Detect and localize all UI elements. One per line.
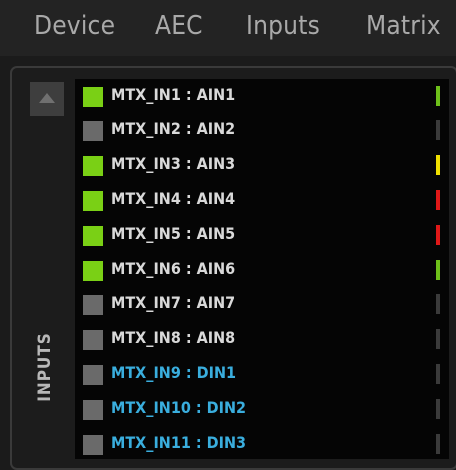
- input-label: MTX_IN9 : DIN1: [111, 363, 236, 382]
- input-label: MTX_IN6 : AIN6: [111, 259, 236, 278]
- tab-aec[interactable]: AEC: [155, 11, 203, 41]
- tab-inputs[interactable]: Inputs: [246, 11, 320, 41]
- level-meter: [436, 225, 440, 245]
- input-label: MTX_IN11 : DIN3: [111, 433, 247, 452]
- input-row[interactable]: MTX_IN1 : AIN1: [75, 79, 449, 113]
- input-row[interactable]: MTX_IN11 : DIN3: [75, 427, 449, 459]
- scroll-up-button[interactable]: [30, 82, 64, 116]
- input-enable-indicator[interactable]: [83, 156, 103, 176]
- tab-bar: Device AEC Inputs Matrix: [0, 0, 456, 56]
- level-meter: [436, 434, 440, 454]
- input-label: MTX_IN4 : AIN4: [111, 189, 236, 208]
- input-enable-indicator[interactable]: [83, 435, 103, 455]
- level-meter: [436, 399, 440, 419]
- level-meter: [436, 364, 440, 384]
- input-row[interactable]: MTX_IN6 : AIN6: [75, 253, 449, 287]
- arrow-up-icon: [39, 93, 55, 103]
- level-meter: [436, 260, 440, 280]
- input-enable-indicator[interactable]: [83, 121, 103, 141]
- input-label: MTX_IN8 : AIN8: [111, 328, 236, 347]
- input-enable-indicator[interactable]: [83, 330, 103, 350]
- input-enable-indicator[interactable]: [83, 261, 103, 281]
- input-label: MTX_IN7 : AIN7: [111, 293, 236, 312]
- input-enable-indicator[interactable]: [83, 400, 103, 420]
- input-label: MTX_IN2 : AIN2: [111, 119, 236, 138]
- level-meter: [436, 155, 440, 175]
- level-meter: [436, 329, 440, 349]
- input-row[interactable]: MTX_IN7 : AIN7: [75, 287, 449, 321]
- inputs-side-label: INPUTS: [22, 322, 68, 412]
- tab-device[interactable]: Device: [34, 11, 115, 41]
- input-row[interactable]: MTX_IN2 : AIN2: [75, 113, 449, 147]
- level-meter: [436, 294, 440, 314]
- input-label: MTX_IN5 : AIN5: [111, 224, 236, 243]
- input-row[interactable]: MTX_IN10 : DIN2: [75, 392, 449, 426]
- level-meter: [436, 190, 440, 210]
- input-label: MTX_IN10 : DIN2: [111, 398, 247, 417]
- input-enable-indicator[interactable]: [83, 295, 103, 315]
- level-meter: [436, 86, 440, 106]
- input-row[interactable]: MTX_IN8 : AIN8: [75, 322, 449, 356]
- side-label-text: INPUTS: [35, 332, 55, 402]
- input-label: MTX_IN1 : AIN1: [111, 85, 236, 104]
- tab-matrix[interactable]: Matrix: [366, 11, 441, 41]
- input-enable-indicator[interactable]: [83, 191, 103, 211]
- input-row[interactable]: MTX_IN3 : AIN3: [75, 148, 449, 182]
- input-row[interactable]: MTX_IN9 : DIN1: [75, 357, 449, 391]
- input-label: MTX_IN3 : AIN3: [111, 154, 236, 173]
- input-list: MTX_IN1 : AIN1 MTX_IN2 : AIN2 MTX_IN3 : AI…: [75, 79, 449, 459]
- input-enable-indicator[interactable]: [83, 365, 103, 385]
- input-row[interactable]: MTX_IN4 : AIN4: [75, 183, 449, 217]
- level-meter: [436, 120, 440, 140]
- input-enable-indicator[interactable]: [83, 226, 103, 246]
- input-row[interactable]: MTX_IN5 : AIN5: [75, 218, 449, 252]
- input-enable-indicator[interactable]: [83, 87, 103, 107]
